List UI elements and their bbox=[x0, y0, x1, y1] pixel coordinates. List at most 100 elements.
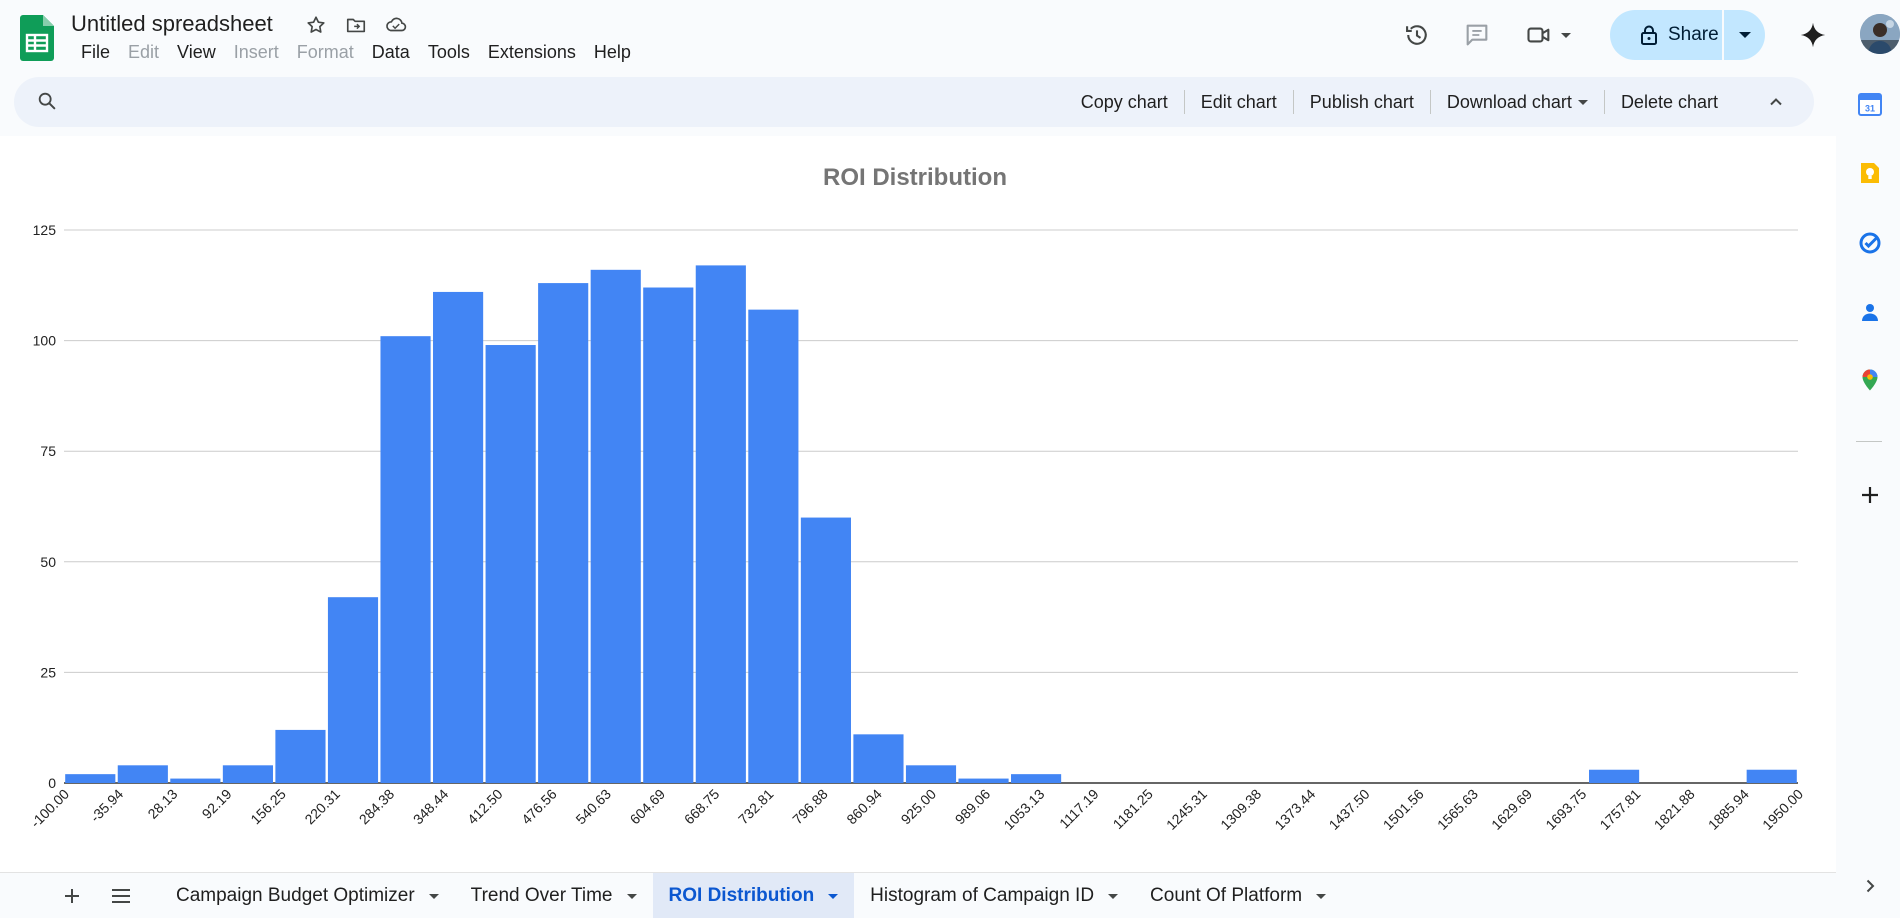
histogram-bar[interactable] bbox=[538, 283, 589, 783]
histogram-bar[interactable] bbox=[433, 291, 484, 783]
x-tick-label: 1950.00 bbox=[1759, 786, 1806, 833]
x-tick-label: 1309.38 bbox=[1217, 786, 1264, 833]
y-tick-label: 25 bbox=[40, 664, 56, 680]
share-button[interactable]: Share bbox=[1610, 10, 1722, 60]
x-tick-label: 476.56 bbox=[518, 786, 560, 828]
histogram-bar[interactable] bbox=[485, 345, 536, 783]
plus-icon bbox=[65, 889, 79, 903]
histogram-bar[interactable] bbox=[853, 734, 904, 783]
add-sheet-button[interactable] bbox=[57, 881, 87, 911]
x-tick-label: 1117.19 bbox=[1056, 786, 1102, 832]
sheet-tab-label: Count Of Platform bbox=[1150, 885, 1303, 906]
histogram-bar[interactable] bbox=[1746, 769, 1797, 783]
side-panel: 31 bbox=[1836, 68, 1900, 918]
chevron-down-icon bbox=[1316, 893, 1327, 899]
download-chart-label: Download chart bbox=[1446, 91, 1572, 112]
menu-insert[interactable]: Insert bbox=[225, 42, 288, 63]
maps-icon[interactable] bbox=[1858, 368, 1882, 392]
menu-format[interactable]: Format bbox=[288, 42, 363, 63]
x-tick-label: 92.19 bbox=[199, 786, 235, 822]
tasks-icon[interactable] bbox=[1858, 231, 1882, 255]
contacts-icon[interactable] bbox=[1858, 300, 1882, 324]
sheet-tab-campaign-budget-optimizer[interactable]: Campaign Budget Optimizer bbox=[160, 873, 455, 918]
x-tick-label: 1373.44 bbox=[1271, 786, 1318, 833]
meet-camera-icon[interactable] bbox=[1518, 18, 1578, 52]
version-history-icon[interactable] bbox=[1400, 18, 1434, 52]
account-avatar[interactable] bbox=[1860, 14, 1900, 54]
x-tick-label: 668.75 bbox=[681, 786, 723, 828]
cloud-saved-icon[interactable] bbox=[383, 12, 409, 38]
chevron-down-icon bbox=[428, 893, 439, 899]
histogram-bar[interactable] bbox=[748, 309, 799, 783]
menu-extensions[interactable]: Extensions bbox=[479, 42, 585, 63]
download-chart-button[interactable]: Download chart bbox=[1431, 92, 1604, 113]
y-tick-label: 125 bbox=[33, 222, 57, 238]
chart-bars bbox=[65, 265, 1797, 784]
x-tick-label: 1821.88 bbox=[1651, 786, 1698, 833]
document-title[interactable]: Untitled spreadsheet bbox=[71, 11, 273, 37]
x-tick-label: 220.31 bbox=[301, 786, 343, 828]
chevron-right-icon[interactable] bbox=[1858, 874, 1882, 898]
collapse-toolbar-button[interactable] bbox=[1734, 94, 1784, 110]
x-tick-label: 28.13 bbox=[144, 786, 180, 822]
chevron-down-icon bbox=[1108, 893, 1119, 899]
chevron-down-icon bbox=[828, 893, 839, 899]
menu-bar: File Edit View Insert Format Data Tools … bbox=[72, 42, 640, 63]
sheets-logo-icon[interactable] bbox=[20, 15, 54, 61]
menu-data[interactable]: Data bbox=[363, 42, 419, 63]
add-addon-icon[interactable] bbox=[1858, 483, 1882, 507]
histogram-bar[interactable] bbox=[170, 778, 221, 783]
sheet-tabs: Campaign Budget Optimizer Trend Over Tim… bbox=[160, 873, 1342, 918]
histogram-bar[interactable] bbox=[590, 269, 641, 783]
menu-edit[interactable]: Edit bbox=[119, 42, 168, 63]
y-tick-label: 0 bbox=[48, 775, 56, 791]
x-tick-label: 284.38 bbox=[356, 786, 398, 828]
sheet-tabs-bar: Campaign Budget Optimizer Trend Over Tim… bbox=[0, 872, 1836, 918]
calendar-icon[interactable]: 31 bbox=[1858, 92, 1882, 116]
menu-view[interactable]: View bbox=[168, 42, 225, 63]
search-icon[interactable] bbox=[36, 90, 62, 116]
histogram-bar[interactable] bbox=[905, 765, 957, 783]
sheet-tab-trend-over-time[interactable]: Trend Over Time bbox=[455, 873, 653, 918]
y-tick-label: 50 bbox=[40, 554, 56, 570]
comments-icon[interactable] bbox=[1460, 18, 1494, 52]
chart-title: ROI Distribution bbox=[823, 164, 1007, 191]
all-sheets-button[interactable] bbox=[106, 881, 136, 911]
histogram-bar[interactable] bbox=[275, 729, 326, 783]
keep-icon[interactable] bbox=[1858, 161, 1882, 185]
x-tick-label: 1885.94 bbox=[1705, 786, 1752, 833]
x-tick-label: 925.00 bbox=[898, 786, 940, 828]
gemini-sparkle-icon[interactable] bbox=[1796, 18, 1830, 52]
sheet-tab-label: ROI Distribution bbox=[668, 885, 815, 906]
menu-file[interactable]: File bbox=[72, 42, 119, 63]
sheet-tab-histogram-of-campaign-id[interactable]: Histogram of Campaign ID bbox=[854, 873, 1134, 918]
histogram-bar[interactable] bbox=[1589, 769, 1640, 783]
histogram-bar[interactable] bbox=[65, 774, 116, 783]
x-tick-label: 989.06 bbox=[952, 786, 994, 828]
roi-distribution-chart[interactable]: ROI Distribution 0 25 50 75 100 125 -100.00 -3… bbox=[0, 136, 1836, 872]
histogram-bar[interactable] bbox=[643, 287, 694, 783]
y-tick-label: 75 bbox=[40, 443, 56, 459]
histogram-bar[interactable] bbox=[695, 265, 746, 784]
share-options-button[interactable] bbox=[1724, 32, 1765, 38]
move-folder-icon[interactable] bbox=[343, 12, 369, 38]
histogram-bar[interactable] bbox=[222, 765, 273, 783]
x-tick-label: 1757.81 bbox=[1596, 786, 1643, 833]
histogram-bar[interactable] bbox=[327, 597, 379, 783]
delete-chart-button[interactable]: Delete chart bbox=[1605, 92, 1734, 113]
copy-chart-button[interactable]: Copy chart bbox=[1065, 92, 1184, 113]
sheet-tab-roi-distribution[interactable]: ROI Distribution bbox=[652, 873, 855, 918]
x-tick-label: 1693.75 bbox=[1542, 786, 1589, 833]
edit-chart-button[interactable]: Edit chart bbox=[1185, 92, 1293, 113]
histogram-bar[interactable] bbox=[800, 517, 851, 783]
histogram-bar[interactable] bbox=[117, 765, 168, 783]
histogram-bar[interactable] bbox=[380, 336, 431, 783]
histogram-bar[interactable] bbox=[1011, 774, 1062, 783]
menu-help[interactable]: Help bbox=[585, 42, 640, 63]
histogram-bar[interactable] bbox=[958, 778, 1009, 783]
menu-tools[interactable]: Tools bbox=[419, 42, 479, 63]
chevron-down-icon bbox=[1577, 99, 1588, 105]
star-icon[interactable] bbox=[303, 12, 329, 38]
publish-chart-button[interactable]: Publish chart bbox=[1294, 92, 1430, 113]
sheet-tab-count-of-platform[interactable]: Count Of Platform bbox=[1134, 873, 1342, 918]
